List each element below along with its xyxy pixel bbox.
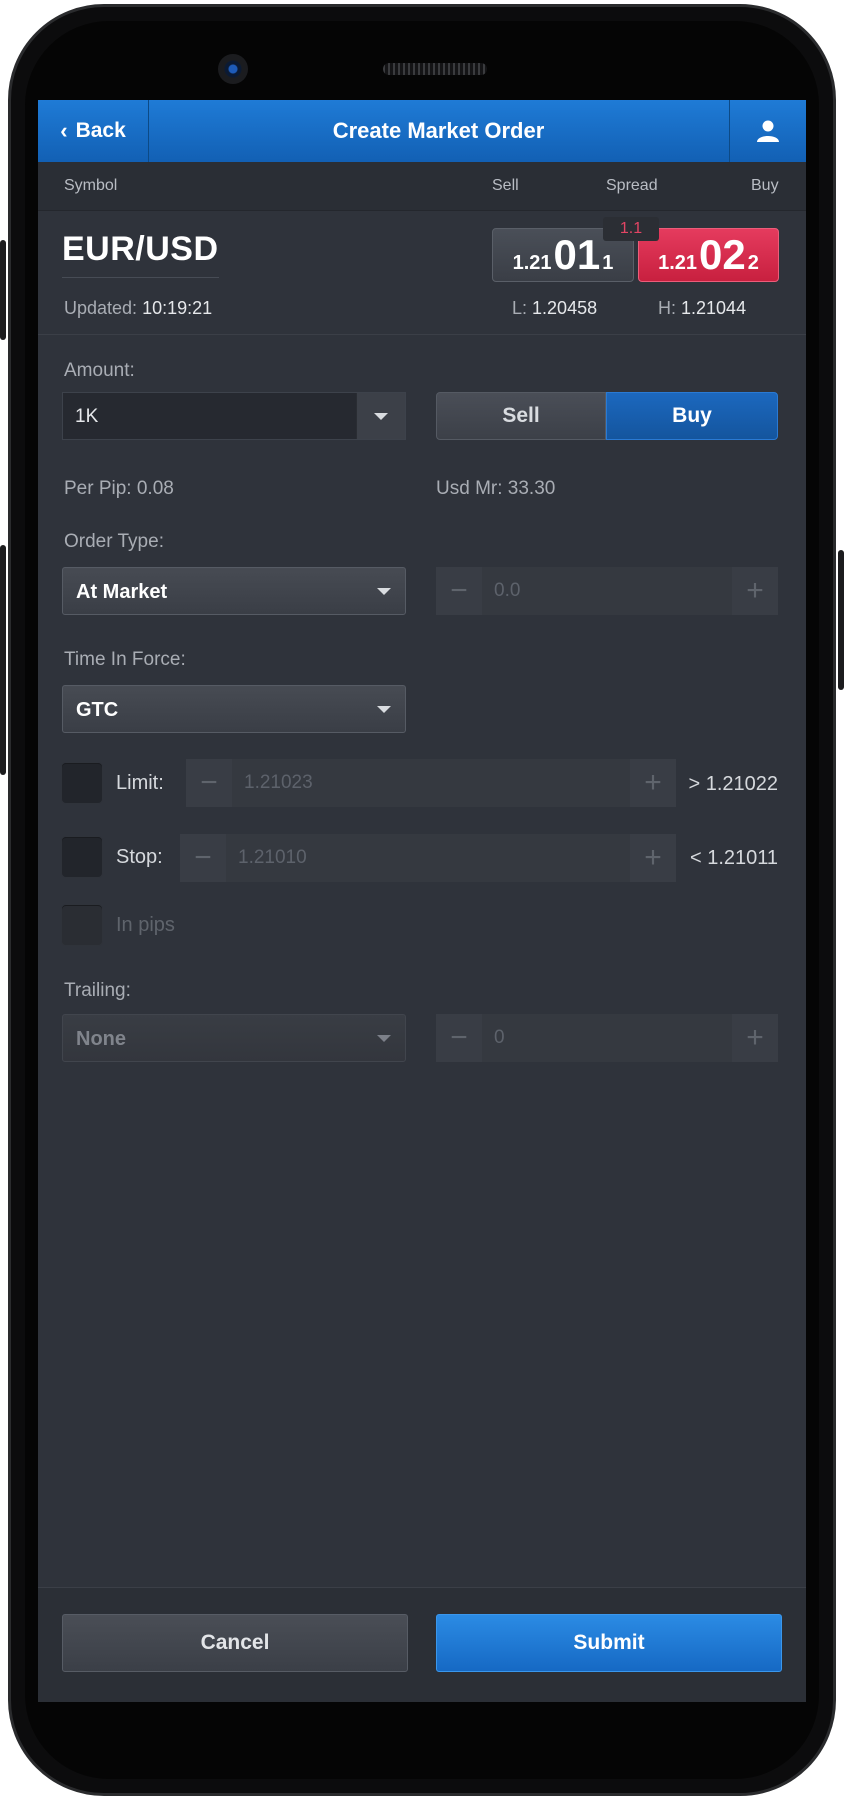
page-title: Create Market Order <box>332 118 545 143</box>
spread-badge: 1.1 <box>603 217 659 241</box>
user-icon <box>757 120 779 142</box>
trailing-label: Trailing: <box>64 980 131 1001</box>
column-sell: Sell <box>492 177 519 194</box>
caret-down-icon <box>374 412 388 420</box>
order-price-stepper: − 0.0 + <box>436 567 778 615</box>
buy-side-button[interactable]: Buy <box>606 392 778 440</box>
minus-icon[interactable]: − <box>180 834 226 882</box>
top-nav-bar: ‹ Back Create Market Order <box>38 100 806 163</box>
order-type-select[interactable]: At Market <box>62 567 406 615</box>
plus-icon[interactable]: + <box>732 1014 778 1062</box>
back-label: Back <box>75 119 126 142</box>
action-footer: Cancel Submit <box>38 1587 806 1702</box>
low-price: L: 1.20458 <box>512 298 598 318</box>
quote-column-header: Symbol Sell Spread Buy <box>38 162 806 211</box>
submit-button[interactable]: Submit <box>436 1614 782 1672</box>
caret-down-icon <box>377 706 391 713</box>
user-profile-button[interactable] <box>729 100 806 162</box>
limit-stepper: − 1.21023 + <box>186 759 676 807</box>
plus-icon[interactable]: + <box>630 834 676 882</box>
sell-side-button[interactable]: Sell <box>436 392 606 440</box>
high-price: H: 1.21044 <box>658 298 747 318</box>
stop-label: Stop: <box>116 846 163 868</box>
in-pips-checkbox[interactable] <box>62 905 102 945</box>
caret-down-icon <box>377 1035 391 1042</box>
column-buy: Buy <box>751 177 779 194</box>
side-key <box>838 550 844 690</box>
usd-margin-info: Usd Mr: 33.30 <box>436 478 556 499</box>
minus-icon[interactable]: − <box>186 759 232 807</box>
amount-value: 1K <box>75 406 99 427</box>
power-button <box>0 545 6 775</box>
stop-condition: < 1.21011 <box>689 847 778 869</box>
cancel-button[interactable]: Cancel <box>62 1614 408 1672</box>
in-pips-label: In pips <box>116 914 175 936</box>
trailing-stepper: − 0 + <box>436 1014 778 1062</box>
limit-checkbox[interactable] <box>62 763 102 803</box>
buy-quote-button[interactable]: 1.21 02 2 <box>638 228 779 282</box>
column-spread: Spread <box>606 177 658 194</box>
back-button[interactable]: ‹ Back <box>38 100 149 162</box>
plus-icon[interactable]: + <box>630 759 676 807</box>
time-in-force-label: Time In Force: <box>64 649 186 670</box>
amount-label: Amount: <box>64 360 135 381</box>
symbol-name: EUR/USD <box>62 230 219 278</box>
amount-select[interactable]: 1K <box>62 392 406 440</box>
order-type-value: At Market <box>76 581 168 603</box>
limit-label: Limit: <box>116 772 164 794</box>
order-type-label: Order Type: <box>64 531 164 552</box>
trailing-value: None <box>76 1028 126 1050</box>
per-pip-info: Per Pip: 0.08 <box>64 478 174 499</box>
caret-down-icon <box>377 588 391 595</box>
minus-icon[interactable]: − <box>436 567 482 615</box>
section-divider <box>38 334 806 335</box>
plus-icon[interactable]: + <box>732 567 778 615</box>
order-price-value: 0.0 <box>494 580 521 601</box>
minus-icon[interactable]: − <box>436 1014 482 1062</box>
stop-checkbox[interactable] <box>62 837 102 877</box>
time-in-force-select[interactable]: GTC <box>62 685 406 733</box>
app-screen: ‹ Back Create Market Order Symbol Sell S… <box>38 100 806 1702</box>
limit-condition: > 1.21022 <box>688 773 778 795</box>
limit-value: 1.21023 <box>244 772 313 793</box>
amount-dropdown-button[interactable] <box>356 393 405 439</box>
column-symbol: Symbol <box>64 177 118 194</box>
updated-time: Updated: 10:19:21 <box>64 298 213 318</box>
volume-button <box>0 240 6 340</box>
front-camera-icon <box>218 54 248 84</box>
stop-stepper: − 1.21010 + <box>180 834 676 882</box>
time-in-force-value: GTC <box>76 699 119 721</box>
chevron-left-icon: ‹ <box>60 118 68 143</box>
trailing-amount: 0 <box>494 1027 505 1048</box>
stop-value: 1.21010 <box>238 847 307 868</box>
trailing-select[interactable]: None <box>62 1014 406 1062</box>
earpiece-speaker-icon <box>383 63 487 75</box>
